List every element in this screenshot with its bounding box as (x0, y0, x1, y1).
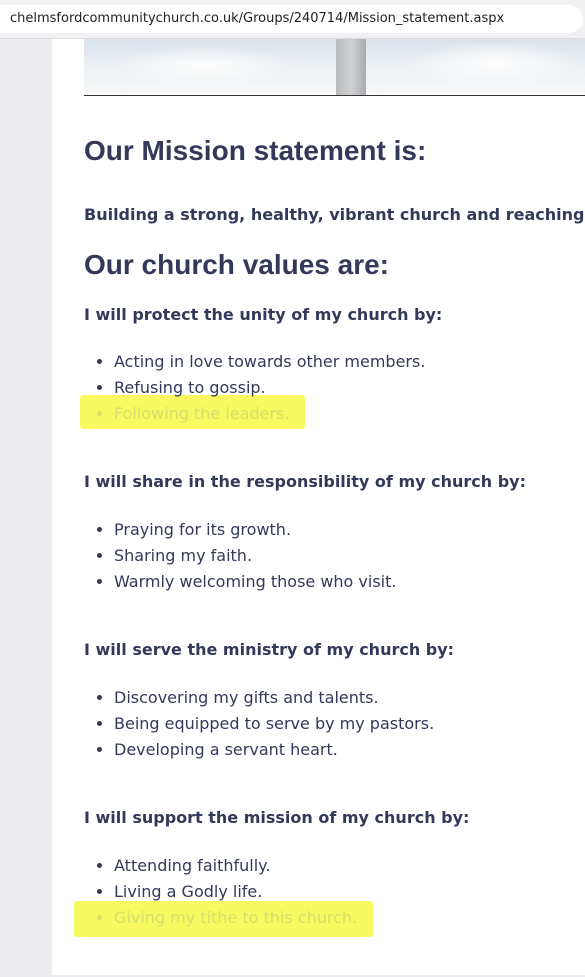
mission-heading: Our Mission statement is: (84, 135, 427, 166)
mission-text: Building a strong, healthy, vibrant chur… (84, 205, 585, 224)
list-item-highlighted: Following the leaders. (114, 401, 425, 427)
values-list: Discovering my gifts and talents. Being … (84, 685, 434, 763)
values-group-heading: I will support the mission of my church … (84, 808, 470, 827)
values-list: Praying for its growth. Sharing my faith… (84, 517, 396, 595)
list-item: Living a Godly life. (114, 879, 357, 905)
values-list: Acting in love towards other members. Re… (84, 349, 425, 427)
url-field[interactable]: chelmsfordcommunitychurch.co.uk/Groups/2… (0, 5, 583, 33)
list-item: Warmly welcoming those who visit. (114, 569, 396, 595)
list-item: Developing a servant heart. (114, 737, 434, 763)
list-item: Attending faithfully. (114, 853, 357, 879)
values-group-heading: I will protect the unity of my church by… (84, 305, 443, 324)
left-gutter (0, 39, 52, 977)
values-group-heading: I will share in the responsibility of my… (84, 472, 526, 491)
list-item: Praying for its growth. (114, 517, 396, 543)
list-item: Sharing my faith. (114, 543, 396, 569)
list-item: Refusing to gossip. (114, 375, 425, 401)
address-bar: chelmsfordcommunitychurch.co.uk/Groups/2… (0, 0, 585, 39)
list-item-highlighted: Giving my tithe to this church. (114, 905, 357, 931)
list-item: Being equipped to serve by my pastors. (114, 711, 434, 737)
header-banner-image (84, 39, 585, 96)
values-heading: Our church values are: (84, 249, 390, 280)
values-group-heading: I will serve the ministry of my church b… (84, 640, 455, 659)
list-item: Discovering my gifts and talents. (114, 685, 434, 711)
values-list: Attending faithfully. Living a Godly lif… (84, 853, 357, 931)
page-content: Our Mission statement is: Building a str… (52, 39, 585, 975)
list-item: Acting in love towards other members. (114, 349, 425, 375)
